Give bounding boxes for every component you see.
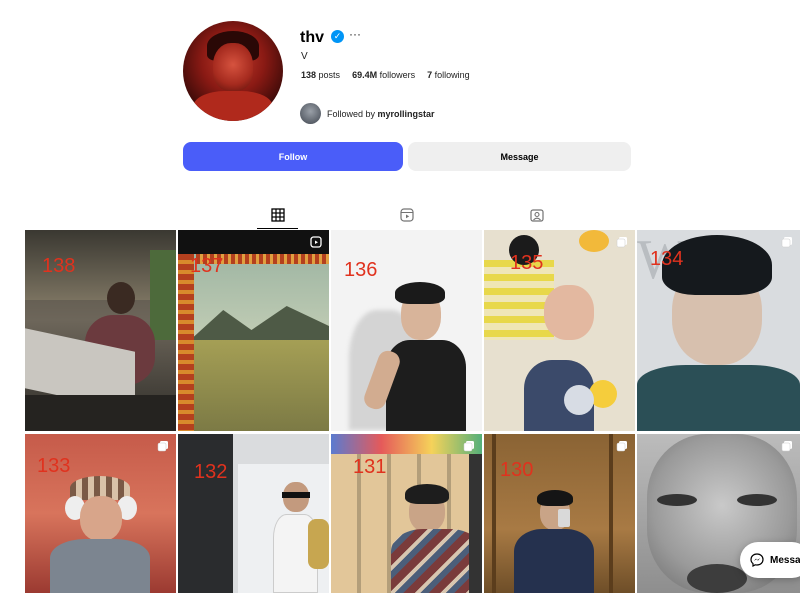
backpack	[308, 519, 329, 569]
person-hair	[405, 484, 449, 504]
followed-by-avatar[interactable]	[300, 103, 321, 124]
profile-stats: 138 posts 69.4M followers 7 following	[301, 70, 470, 80]
sunglasses	[282, 492, 310, 498]
person-hair	[537, 490, 573, 506]
messages-label: Messa	[770, 554, 800, 566]
message-button[interactable]: Message	[408, 142, 631, 171]
curtain-fringe	[178, 254, 194, 431]
post-annotation-label: 132	[194, 461, 228, 483]
post-tile-136[interactable]: 136	[331, 230, 482, 431]
knit-vest	[50, 539, 150, 593]
reels-icon[interactable]	[399, 207, 415, 223]
post-grid: 138 137 136 135 W 134	[25, 230, 800, 593]
carousel-icon	[781, 237, 792, 248]
tagged-icon[interactable]	[529, 207, 545, 223]
followed-by-text[interactable]: Followed by myrollingstar	[327, 109, 435, 119]
person-face	[80, 496, 122, 541]
post-tile-131[interactable]: 131	[331, 434, 482, 593]
window-frame	[469, 454, 482, 593]
field	[178, 340, 329, 431]
avatar-body	[193, 91, 273, 121]
wardrobe-seam	[492, 434, 496, 593]
eye-right	[737, 494, 777, 506]
avatar-face	[213, 43, 253, 91]
messenger-icon	[750, 553, 764, 567]
person-hair	[395, 282, 445, 304]
navy-sweater	[514, 529, 594, 593]
teal-jacket	[637, 365, 800, 431]
carousel-icon	[616, 237, 627, 248]
plants	[150, 250, 176, 340]
more-options-icon[interactable]: ···	[349, 27, 361, 41]
profile-avatar[interactable]	[183, 21, 283, 121]
post-annotation-label: 137	[190, 255, 224, 277]
post-tile-137[interactable]: 137	[178, 230, 329, 431]
person-tank-top	[386, 340, 466, 431]
grid-icon[interactable]	[270, 207, 286, 223]
dark-door	[178, 434, 233, 593]
eye-left	[657, 494, 697, 506]
post-tile-133[interactable]: 133	[25, 434, 176, 593]
messages-button[interactable]: Messa	[740, 542, 800, 578]
post-tile-134[interactable]: W 134	[637, 230, 800, 431]
stat-followers[interactable]: 69.4M followers	[352, 70, 415, 80]
person-head	[107, 282, 135, 314]
post-annotation-label: 130	[500, 459, 534, 481]
post-annotation-label: 135	[510, 252, 544, 274]
stat-posts: 138 posts	[301, 70, 341, 80]
post-tile-130[interactable]: 130	[484, 434, 635, 593]
post-annotation-label: 138	[42, 255, 76, 277]
profile-full-name: V	[301, 51, 308, 62]
wardrobe-seam-right	[609, 434, 613, 593]
mouth	[687, 564, 747, 593]
post-tile-138[interactable]: 138	[25, 230, 176, 431]
active-tab-indicator	[257, 228, 298, 229]
carousel-icon	[616, 441, 627, 452]
child-face	[544, 285, 594, 340]
bunting	[331, 434, 482, 454]
sun-emoji	[579, 230, 609, 252]
follow-button[interactable]: Follow	[183, 142, 403, 171]
post-tile-132[interactable]: 132	[178, 434, 329, 593]
phone	[558, 509, 570, 527]
top-bar	[178, 230, 329, 254]
post-annotation-label: 136	[344, 259, 378, 281]
carousel-icon	[157, 441, 168, 452]
carousel-icon	[463, 441, 474, 452]
post-annotation-label: 134	[650, 248, 684, 270]
reels-icon	[310, 236, 322, 248]
post-annotation-label: 131	[353, 456, 387, 478]
post-annotation-label: 133	[37, 455, 71, 477]
carousel-icon	[781, 441, 792, 452]
post-tile-135[interactable]: 135	[484, 230, 635, 431]
table	[25, 395, 176, 431]
stat-following[interactable]: 7 following	[427, 70, 470, 80]
verified-badge-icon: ✓	[331, 30, 344, 43]
profile-username: thv	[300, 29, 324, 46]
hand-emoji	[564, 385, 594, 415]
